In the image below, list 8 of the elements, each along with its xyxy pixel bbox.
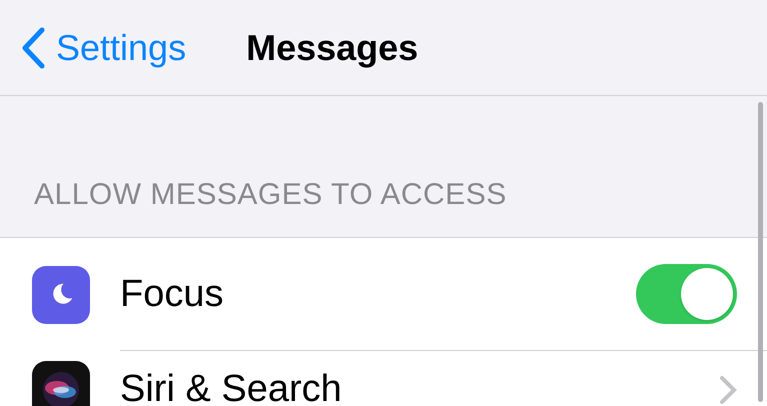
chevron-right-icon xyxy=(719,374,737,404)
section-header: ALLOW MESSAGES TO ACCESS xyxy=(34,177,507,213)
page-title: Messages xyxy=(246,26,418,70)
back-button[interactable]: Settings xyxy=(20,20,186,74)
back-chevron-icon xyxy=(20,26,46,68)
moon-icon xyxy=(32,266,90,324)
row-label: Focus xyxy=(120,272,224,316)
row-label: Siri & Search xyxy=(120,367,343,406)
